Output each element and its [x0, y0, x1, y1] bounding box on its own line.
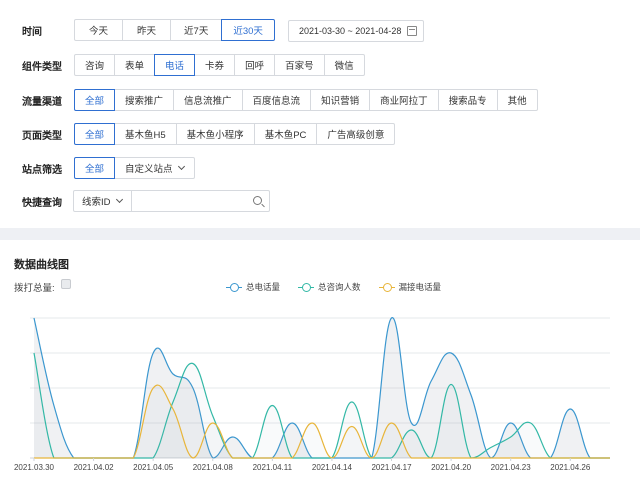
site-option-all[interactable]: 全部 [74, 157, 116, 179]
component-option-baijiahao[interactable]: 百家号 [274, 54, 325, 76]
quick-search-type-select[interactable]: 线索ID [73, 190, 132, 212]
chevron-down-icon [115, 195, 123, 204]
x-tick-label: 2021.04.08 [193, 463, 234, 472]
time-segment: 今天 昨天 近7天 近30天 [74, 19, 275, 41]
component-option-coupon[interactable]: 卡券 [194, 54, 236, 76]
site-label: 站点筛选 [22, 164, 62, 176]
page-option-miniprogram[interactable]: 基木鱼小程序 [175, 123, 255, 145]
calendar-icon [407, 26, 417, 36]
date-range-value: 2021-03-30 ~ 2021-04-28 [299, 26, 402, 36]
page-type-label: 页面类型 [22, 130, 62, 142]
time-option-today[interactable]: 今天 [74, 19, 124, 41]
x-tick-label: 2021.04.14 [312, 463, 353, 472]
x-tick-label: 2021.03.30 [14, 463, 55, 472]
site-custom-label: 自定义站点 [125, 164, 173, 175]
traffic-option-all[interactable]: 全部 [74, 89, 116, 111]
site-segment: 全部 自定义站点 [74, 157, 195, 179]
x-tick-label: 2021.04.20 [431, 463, 472, 472]
traffic-option-aladdin[interactable]: 商业阿拉丁 [369, 89, 439, 111]
page-option-pc[interactable]: 基木鱼PC [253, 123, 318, 145]
page-option-h5[interactable]: 基木鱼H5 [114, 123, 177, 145]
filter-panel: 时间 今天 昨天 近7天 近30天 2021-03-30 ~ 2021-04-2… [0, 0, 640, 228]
x-tick-label: 2021.04.11 [253, 463, 293, 472]
component-segment: 咨询 表单 电话 卡券 回呼 百家号 微信 [74, 54, 365, 76]
x-tick-label: 2021.04.26 [550, 463, 591, 472]
component-option-callback[interactable]: 回呼 [234, 54, 276, 76]
component-option-wechat[interactable]: 微信 [323, 54, 365, 76]
x-tick-label: 2021.04.23 [491, 463, 532, 472]
time-label: 时间 [22, 26, 42, 38]
traffic-option-other[interactable]: 其他 [496, 89, 538, 111]
quick-search-type-value: 线索ID [82, 197, 111, 208]
traffic-option-brand[interactable]: 搜索品专 [437, 89, 498, 111]
site-custom-dropdown[interactable]: 自定义站点 [114, 157, 195, 179]
time-option-yesterday[interactable]: 昨天 [122, 19, 172, 41]
traffic-option-knowledge[interactable]: 知识营销 [310, 89, 371, 111]
quick-search-label: 快捷查询 [22, 197, 62, 209]
page-type-segment: 全部 基木鱼H5 基木鱼小程序 基木鱼PC 广告高级创意 [74, 123, 396, 145]
date-range-picker[interactable]: 2021-03-30 ~ 2021-04-28 [288, 20, 424, 42]
page-option-all[interactable]: 全部 [74, 123, 116, 145]
x-tick-label: 2021.04.02 [74, 463, 115, 472]
page-option-advanced[interactable]: 广告高级创意 [316, 123, 396, 145]
traffic-option-baidu-feed[interactable]: 百度信息流 [241, 89, 312, 111]
time-option-30days[interactable]: 近30天 [221, 19, 275, 41]
traffic-label: 流量渠道 [22, 96, 62, 108]
chart-panel: 数据曲线图 拨打总量: 总电话量 总咨询人数 漏接电话量 2021.03.30 2… [0, 240, 640, 484]
x-tick-label: 2021.04.05 [133, 463, 174, 472]
traffic-segment: 全部 搜索推广 信息流推广 百度信息流 知识营销 商业阿拉丁 搜索品专 其他 [74, 89, 538, 111]
chevron-down-icon [177, 162, 185, 171]
component-label: 组件类型 [22, 61, 62, 73]
quick-search-input[interactable] [131, 190, 270, 212]
search-icon[interactable] [253, 196, 262, 205]
traffic-option-search[interactable]: 搜索推广 [114, 89, 175, 111]
line-chart: 2021.03.30 2021.04.02 2021.04.05 2021.04.08… [14, 317, 610, 472]
x-tick-label: 2021.04.17 [371, 463, 412, 472]
traffic-option-feed[interactable]: 信息流推广 [173, 89, 243, 111]
time-option-7days[interactable]: 近7天 [170, 19, 223, 41]
component-option-consult[interactable]: 咨询 [74, 54, 116, 76]
component-option-form[interactable]: 表单 [114, 54, 156, 76]
component-option-phone[interactable]: 电话 [154, 54, 196, 76]
